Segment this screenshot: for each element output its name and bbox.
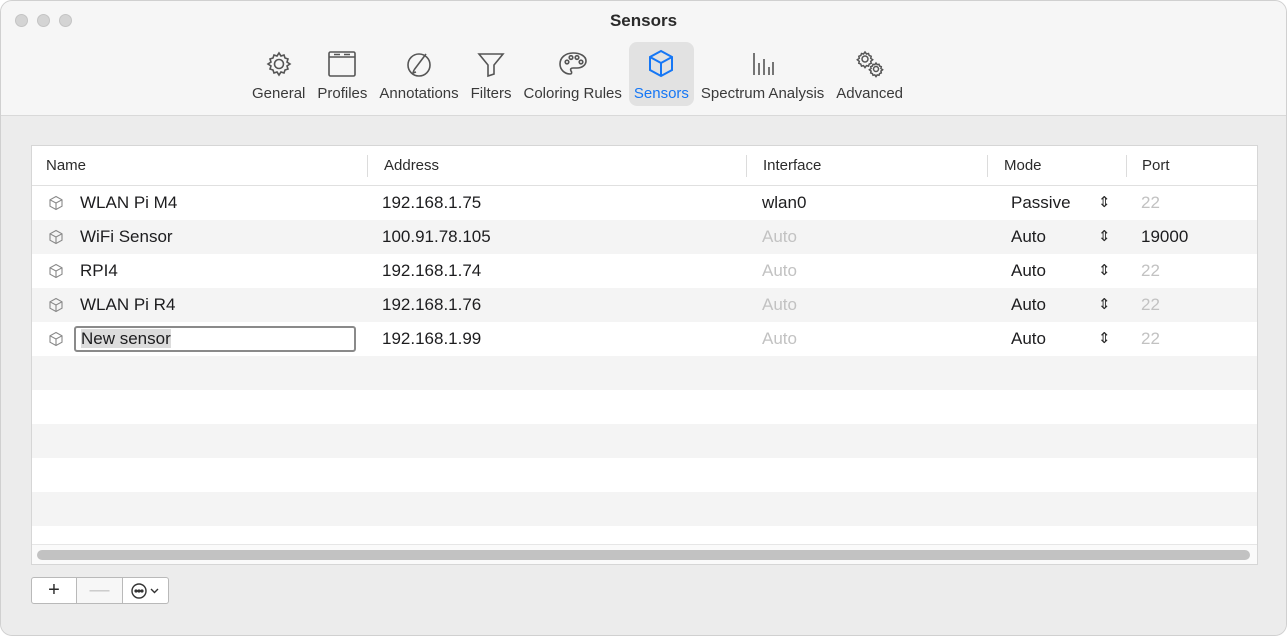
remove-sensor-button[interactable]: — (77, 577, 123, 604)
sensor-name-edit-field[interactable]: New sensor (74, 326, 356, 352)
tab-spectrum-analysis[interactable]: Spectrum Analysis (696, 42, 829, 106)
mode-popup-chevron-icon[interactable]: ⇕ (1098, 254, 1111, 288)
tab-filters[interactable]: Filters (466, 42, 517, 106)
column-divider[interactable] (746, 155, 747, 177)
empty-row (32, 492, 1257, 526)
cube-icon (644, 46, 678, 82)
cube-icon (48, 263, 64, 279)
tab-profiles[interactable]: Profiles (312, 42, 372, 106)
sensor-mode[interactable]: Passive (1011, 186, 1071, 220)
horizontal-scrollbar[interactable] (32, 544, 1257, 564)
mode-popup-chevron-icon[interactable]: ⇕ (1098, 288, 1111, 322)
pencil-circle-icon (402, 46, 436, 82)
tab-spectrum-analysis-label: Spectrum Analysis (700, 85, 825, 102)
gear-icon (262, 46, 296, 82)
preferences-window: Sensors General Profiles Annotations Fil… (0, 0, 1287, 636)
sensor-name[interactable]: RPI4 (80, 254, 118, 288)
column-header-port[interactable]: Port (1142, 146, 1170, 186)
column-header-interface[interactable]: Interface (763, 146, 821, 186)
preferences-toolbar: General Profiles Annotations Filters Col… (247, 42, 910, 106)
table-row[interactable]: RPI4 192.168.1.74 Auto Auto ⇕ 22 (32, 254, 1257, 288)
column-header-name[interactable]: Name (46, 146, 86, 186)
sensor-interface[interactable]: Auto (762, 254, 797, 288)
sensor-port[interactable]: 22 (1141, 254, 1160, 288)
column-header-mode[interactable]: Mode (1004, 146, 1042, 186)
table-row[interactable]: WiFi Sensor 100.91.78.105 Auto Auto ⇕ 19… (32, 220, 1257, 254)
scrollbar-thumb[interactable] (37, 550, 1250, 560)
sensor-address[interactable]: 192.168.1.76 (382, 288, 481, 322)
empty-row (32, 356, 1257, 390)
sensor-port[interactable]: 22 (1141, 288, 1160, 322)
column-divider[interactable] (367, 155, 368, 177)
table-row[interactable]: New sensor 192.168.1.99 Auto Auto ⇕ 22 (32, 322, 1257, 356)
tab-profiles-label: Profiles (317, 85, 368, 102)
sensor-interface[interactable]: wlan0 (762, 186, 806, 220)
sensor-name[interactable]: WLAN Pi M4 (80, 186, 177, 220)
sensor-address[interactable]: 192.168.1.75 (382, 186, 481, 220)
sensor-name-selected-text: New sensor (81, 329, 171, 348)
tab-coloring-rules-label: Coloring Rules (523, 85, 622, 102)
add-sensor-button[interactable]: + (31, 577, 77, 604)
column-divider[interactable] (1126, 155, 1127, 177)
table-actions: + — (31, 577, 169, 604)
sensor-address[interactable]: 192.168.1.74 (382, 254, 481, 288)
sensor-name[interactable]: WiFi Sensor (80, 220, 173, 254)
ellipsis-circle-chevron-icon (130, 582, 158, 599)
sensors-table: Name Address Interface Mode Port WLAN Pi… (31, 145, 1258, 565)
gears-icon (853, 46, 887, 82)
cube-icon (48, 331, 64, 347)
sensor-interface[interactable]: Auto (762, 220, 797, 254)
cube-icon (48, 229, 64, 245)
sensor-port[interactable]: 19000 (1141, 220, 1188, 254)
palette-icon (556, 46, 590, 82)
tab-sensors[interactable]: Sensors (628, 42, 694, 106)
spectrum-bars-icon (746, 46, 780, 82)
tab-coloring-rules[interactable]: Coloring Rules (518, 42, 626, 106)
sensor-interface[interactable]: Auto (762, 322, 797, 356)
funnel-icon (474, 46, 508, 82)
sensors-pane: Name Address Interface Mode Port WLAN Pi… (1, 117, 1286, 635)
tab-advanced[interactable]: Advanced (831, 42, 908, 106)
tab-annotations-label: Annotations (379, 85, 459, 102)
sensor-mode[interactable]: Auto (1011, 322, 1046, 356)
tab-advanced-label: Advanced (836, 85, 904, 102)
tab-filters-label: Filters (470, 85, 512, 102)
more-actions-menu-button[interactable] (123, 577, 169, 604)
titlebar: Sensors General Profiles Annotations Fil… (1, 1, 1286, 116)
mode-popup-chevron-icon[interactable]: ⇕ (1098, 322, 1111, 356)
tab-sensors-label: Sensors (633, 85, 689, 102)
cube-icon (48, 297, 64, 313)
sensor-port[interactable]: 22 (1141, 186, 1160, 220)
cube-icon (48, 195, 64, 211)
sensor-mode[interactable]: Auto (1011, 254, 1046, 288)
empty-row (32, 424, 1257, 458)
sensor-name[interactable]: WLAN Pi R4 (80, 288, 175, 322)
sensor-mode[interactable]: Auto (1011, 220, 1046, 254)
column-divider[interactable] (987, 155, 988, 177)
tab-general[interactable]: General (247, 42, 310, 106)
empty-row (32, 390, 1257, 424)
sensor-mode[interactable]: Auto (1011, 288, 1046, 322)
tab-annotations[interactable]: Annotations (374, 42, 463, 106)
sensor-interface[interactable]: Auto (762, 288, 797, 322)
sensor-address[interactable]: 100.91.78.105 (382, 220, 491, 254)
column-header-address[interactable]: Address (384, 146, 439, 186)
mode-popup-chevron-icon[interactable]: ⇕ (1098, 186, 1111, 220)
sensor-address[interactable]: 192.168.1.99 (382, 322, 481, 356)
tab-general-label: General (252, 85, 306, 102)
table-row[interactable]: WLAN Pi M4 192.168.1.75 wlan0 Passive ⇕ … (32, 186, 1257, 220)
table-row[interactable]: WLAN Pi R4 192.168.1.76 Auto Auto ⇕ 22 (32, 288, 1257, 322)
table-header: Name Address Interface Mode Port (32, 146, 1257, 186)
mode-popup-chevron-icon[interactable]: ⇕ (1098, 220, 1111, 254)
window-title: Sensors (609, 11, 678, 30)
window-icon (325, 46, 359, 82)
sensor-port[interactable]: 22 (1141, 322, 1160, 356)
empty-row (32, 458, 1257, 492)
